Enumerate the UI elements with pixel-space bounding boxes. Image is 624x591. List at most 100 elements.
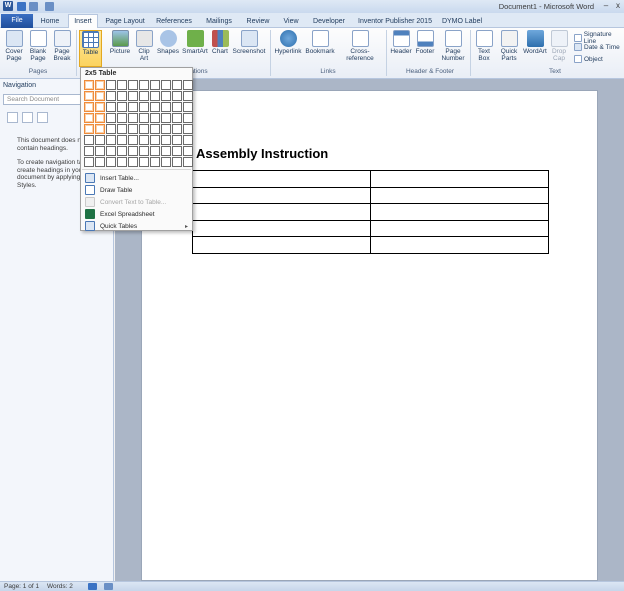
grid-cell[interactable]: [150, 157, 160, 167]
table-cell[interactable]: [370, 170, 549, 188]
grid-cell[interactable]: [106, 157, 116, 167]
table-cell[interactable]: [192, 203, 371, 221]
grid-cell[interactable]: [95, 80, 105, 90]
close-button[interactable]: x: [613, 1, 623, 11]
shapes-button[interactable]: Shapes: [156, 30, 180, 55]
grid-cell[interactable]: [139, 135, 149, 145]
grid-cell[interactable]: [183, 80, 193, 90]
screenshot-button[interactable]: Screenshot: [232, 30, 266, 55]
grid-cell[interactable]: [150, 135, 160, 145]
quick-tables-item[interactable]: Quick Tables ▸: [81, 220, 192, 232]
hyperlink-button[interactable]: Hyperlink: [273, 30, 303, 55]
table-cell[interactable]: [370, 219, 549, 238]
grid-cell[interactable]: [128, 157, 138, 167]
grid-cell[interactable]: [139, 113, 149, 123]
excel-spreadsheet-item[interactable]: Excel Spreadsheet: [81, 208, 192, 220]
grid-cell[interactable]: [161, 124, 171, 134]
grid-cell[interactable]: [139, 80, 149, 90]
table-cell[interactable]: [370, 186, 549, 205]
tab-view[interactable]: View: [279, 15, 303, 28]
grid-cell[interactable]: [183, 91, 193, 101]
tab-dymo-label[interactable]: DYMO Label: [440, 15, 484, 28]
grid-cell[interactable]: [84, 113, 94, 123]
word-count[interactable]: Words: 2: [47, 583, 73, 590]
object-button[interactable]: Object: [574, 55, 603, 63]
grid-cell[interactable]: [139, 157, 149, 167]
grid-cell[interactable]: [150, 124, 160, 134]
grid-cell[interactable]: [84, 102, 94, 112]
grid-cell[interactable]: [95, 124, 105, 134]
table-cell[interactable]: [370, 236, 549, 254]
grid-cell[interactable]: [172, 80, 182, 90]
grid-cell[interactable]: [150, 146, 160, 156]
document-page[interactable]: Assembly Instruction: [141, 90, 598, 581]
quick-parts-button[interactable]: Quick Parts: [497, 30, 521, 62]
grid-cell[interactable]: [128, 135, 138, 145]
smartart-button[interactable]: SmartArt: [182, 30, 208, 55]
page-break-button[interactable]: Page Break: [51, 30, 73, 62]
grid-cell[interactable]: [172, 113, 182, 123]
grid-cell[interactable]: [95, 135, 105, 145]
grid-cell[interactable]: [117, 146, 127, 156]
macro-icon[interactable]: [104, 583, 113, 590]
grid-cell[interactable]: [84, 80, 94, 90]
grid-cell[interactable]: [95, 113, 105, 123]
grid-cell[interactable]: [128, 80, 138, 90]
tab-home[interactable]: Home: [36, 15, 64, 28]
document-table[interactable]: [192, 170, 549, 254]
page-number-button[interactable]: Page Number: [438, 30, 468, 62]
grid-cell[interactable]: [172, 135, 182, 145]
grid-cell[interactable]: [161, 135, 171, 145]
convert-text-to-table-item[interactable]: Convert Text to Table...: [81, 196, 192, 208]
browse-pages-icon[interactable]: [22, 112, 33, 123]
grid-cell[interactable]: [183, 135, 193, 145]
grid-cell[interactable]: [172, 91, 182, 101]
table-cell[interactable]: [192, 236, 371, 254]
grid-cell[interactable]: [183, 113, 193, 123]
header-button[interactable]: Header: [389, 30, 413, 55]
tab-references[interactable]: References: [153, 15, 195, 28]
grid-cell[interactable]: [106, 146, 116, 156]
tab-inventor-publisher[interactable]: Inventor Publisher 2015: [355, 15, 435, 28]
grid-cell[interactable]: [183, 102, 193, 112]
grid-cell[interactable]: [183, 146, 193, 156]
proofing-icon[interactable]: [88, 583, 97, 590]
grid-cell[interactable]: [84, 91, 94, 101]
footer-button[interactable]: Footer: [414, 30, 436, 55]
grid-cell[interactable]: [139, 91, 149, 101]
tab-file[interactable]: File: [1, 14, 33, 28]
chart-button[interactable]: Chart: [210, 30, 230, 55]
grid-cell[interactable]: [106, 113, 116, 123]
grid-cell[interactable]: [117, 91, 127, 101]
grid-cell[interactable]: [117, 113, 127, 123]
grid-cell[interactable]: [139, 146, 149, 156]
picture-button[interactable]: Picture: [108, 30, 132, 55]
table-grid-picker[interactable]: [84, 80, 193, 167]
insert-table-item[interactable]: Insert Table...: [81, 172, 192, 184]
grid-cell[interactable]: [117, 157, 127, 167]
table-cell[interactable]: [192, 219, 371, 238]
blank-page-button[interactable]: Blank Page: [27, 30, 49, 62]
grid-cell[interactable]: [106, 91, 116, 101]
grid-cell[interactable]: [84, 135, 94, 145]
document-heading[interactable]: Assembly Instruction: [196, 146, 328, 161]
table-button[interactable]: Table: [79, 30, 102, 67]
tab-page-layout[interactable]: Page Layout: [102, 15, 148, 28]
date-time-button[interactable]: Date & Time: [574, 43, 620, 51]
grid-cell[interactable]: [106, 80, 116, 90]
browse-results-icon[interactable]: [37, 112, 48, 123]
grid-cell[interactable]: [95, 102, 105, 112]
tab-developer[interactable]: Developer: [309, 15, 349, 28]
grid-cell[interactable]: [95, 157, 105, 167]
grid-cell[interactable]: [117, 80, 127, 90]
table-cell[interactable]: [192, 170, 371, 188]
grid-cell[interactable]: [106, 102, 116, 112]
grid-cell[interactable]: [172, 102, 182, 112]
table-cell[interactable]: [370, 203, 549, 221]
wordart-button[interactable]: WordArt: [522, 30, 548, 55]
grid-cell[interactable]: [139, 102, 149, 112]
grid-cell[interactable]: [139, 124, 149, 134]
minimize-button[interactable]: –: [601, 1, 611, 11]
grid-cell[interactable]: [106, 135, 116, 145]
tab-insert[interactable]: Insert: [68, 14, 98, 29]
